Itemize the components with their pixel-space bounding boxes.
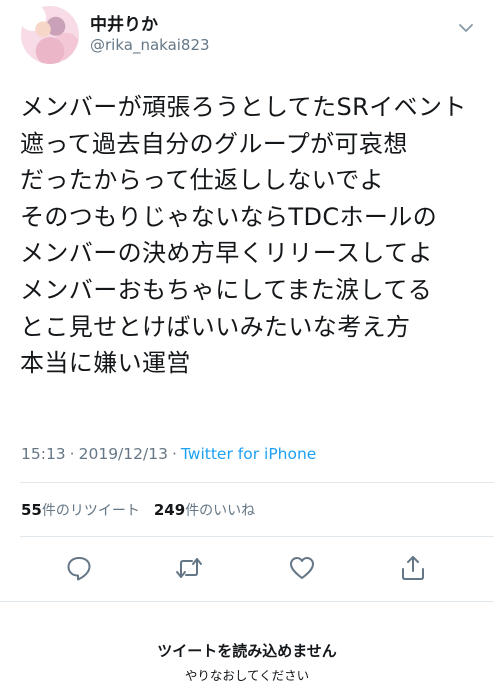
- divider: [20, 482, 494, 483]
- avatar[interactable]: [21, 6, 79, 64]
- tweet-line: メンバーの決め方早くリリースしてよ: [20, 239, 433, 268]
- tweet-time: 15:13: [21, 445, 66, 463]
- tweet-line: メンバーおもちゃにしてまた涙してる: [20, 275, 433, 304]
- tweet-line: だったからって仕返ししないでよ: [20, 166, 385, 195]
- retweets-label: 件のリツイート: [41, 503, 140, 519]
- display-name[interactable]: 中井りか: [90, 10, 158, 35]
- likes-count: 249: [153, 501, 186, 519]
- likes-label: 件のいいね: [185, 503, 256, 519]
- retweet-icon[interactable]: [174, 553, 204, 583]
- tweet-source-link[interactable]: Twitter for iPhone: [181, 445, 316, 463]
- tweet-line: そのつもりじゃないならTDCホールの: [20, 202, 438, 231]
- tweet-date: 2019/12/13: [78, 445, 168, 463]
- chevron-down-icon[interactable]: [456, 18, 476, 38]
- reply-icon[interactable]: [64, 553, 94, 583]
- meta-separator: ·: [69, 445, 75, 463]
- heart-icon[interactable]: [287, 553, 317, 583]
- tweet-line: 遮って過去自分のグループが可哀想: [20, 129, 408, 158]
- tweet-actions: [0, 553, 494, 587]
- error-title: ツイートを読み込めません: [157, 642, 337, 660]
- divider: [0, 601, 494, 602]
- tweet-header: 中井りか @rika_nakai823: [0, 0, 494, 80]
- retweets-count: 55: [21, 501, 42, 519]
- tweet-line: メンバーが頑張ろうとしてたSRイベント: [20, 93, 467, 121]
- tweet-text: メンバーが頑張ろうとしてたSRイベント 遮って過去自分のグループが可哀想 だった…: [20, 89, 480, 382]
- share-icon[interactable]: [398, 553, 428, 583]
- retweets-stat[interactable]: 55件のリツイート: [21, 501, 140, 519]
- username[interactable]: @rika_nakai823: [90, 36, 210, 54]
- retry-link[interactable]: やりなおしてください: [0, 665, 494, 684]
- meta-separator: ·: [171, 445, 177, 463]
- likes-stat[interactable]: 249件のいいね: [153, 501, 256, 519]
- tweet-meta: 15:13 · 2019/12/13 · Twitter for iPhone: [21, 445, 316, 463]
- divider: [20, 536, 494, 537]
- tweet-line: 本当に嫌い運営: [20, 349, 191, 378]
- tweet-line: とこ見せとけばいいみたいな考え方: [20, 312, 411, 341]
- tweet-stats: 55件のリツイート 249件のいいね: [21, 500, 255, 520]
